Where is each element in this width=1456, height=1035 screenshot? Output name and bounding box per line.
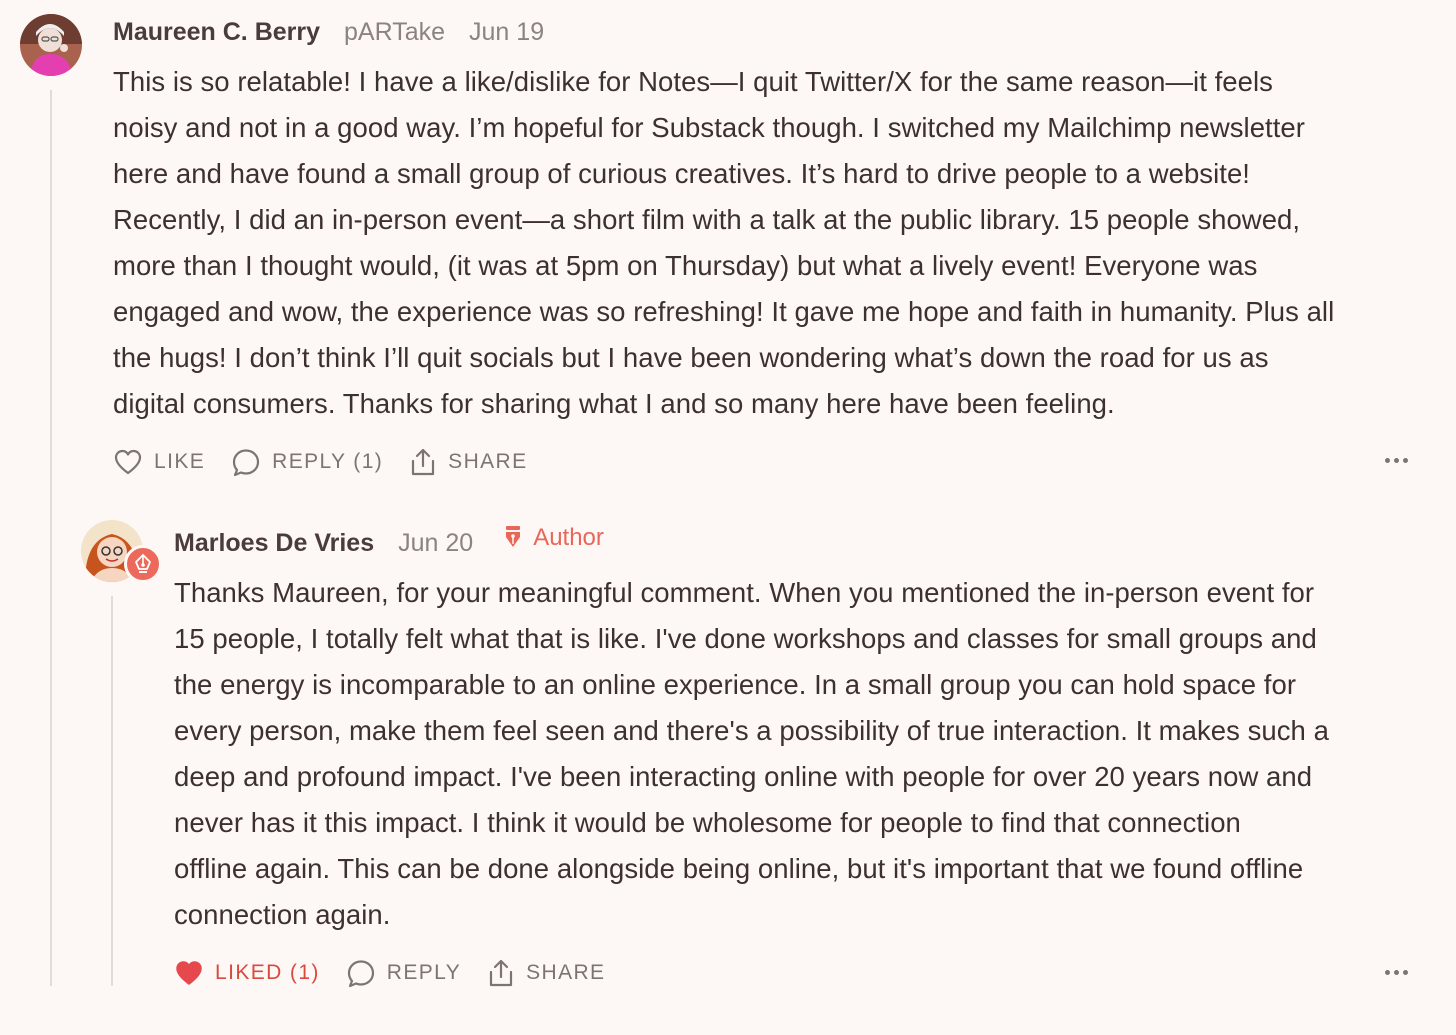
reply-label: REPLY (1) — [272, 450, 384, 473]
author-badge-icon — [124, 545, 162, 583]
share-button[interactable]: SHARE — [409, 447, 527, 477]
comment-line: noisy and not in a good way. I’m hopeful… — [113, 112, 1305, 143]
heart-outline-icon — [114, 449, 142, 475]
reply-line: the energy is incomparable to an online … — [174, 669, 1297, 700]
heart-filled-icon — [176, 961, 202, 985]
more-dots-icon[interactable] — [1385, 970, 1408, 975]
author-badge-label: Author — [533, 524, 604, 551]
pen-nib-icon — [506, 526, 521, 547]
like-button[interactable]: LIKE — [113, 448, 205, 476]
reply-button[interactable]: REPLY (1) — [231, 447, 383, 477]
more-dots-icon[interactable] — [1385, 458, 1408, 463]
reply-line: deep and profound impact. I've been inte… — [174, 761, 1313, 792]
reply-line: connection again. — [174, 899, 391, 930]
comment-body: This is so relatable! I have a like/disl… — [113, 59, 1433, 427]
author-name[interactable]: Marloes De Vries — [174, 529, 374, 558]
author-name[interactable]: Maureen C. Berry — [113, 18, 320, 47]
reply-line: never has it this impact. I think it wou… — [174, 807, 1241, 838]
avatar[interactable] — [20, 14, 82, 76]
comment-line: the hugs! I don’t think I’ll quit social… — [113, 342, 1269, 373]
reply-line: offline again. This can be done alongsid… — [174, 853, 1304, 884]
share-icon — [490, 959, 513, 987]
like-label: LIKE — [154, 450, 206, 473]
comment-line: engaged and wow, the experience was so r… — [113, 296, 1335, 327]
comment-line: This is so relatable! I have a like/disl… — [113, 66, 1273, 97]
reply-date[interactable]: Jun 20 — [398, 529, 473, 558]
comment-line: Recently, I did an in-person event—a sho… — [113, 204, 1301, 235]
like-label: LIKED (1) — [215, 961, 320, 984]
comment-date[interactable]: Jun 19 — [469, 18, 544, 47]
share-icon — [412, 448, 435, 476]
reply-body: Thanks Maureen, for your meaningful comm… — [174, 570, 1434, 938]
comment-meta: Maureen C. Berry pARTake Jun 19 — [113, 18, 544, 47]
reply-button[interactable]: REPLY — [346, 958, 461, 988]
thread-line-reply — [111, 596, 113, 986]
reply-label: REPLY — [386, 961, 462, 984]
thread-line-comment — [50, 90, 52, 986]
reply-meta: Marloes De Vries Jun 20 Author — [174, 524, 604, 558]
comment-actions: LIKE REPLY (1) SHARE — [113, 447, 554, 477]
comment-line: here and have found a small group of cur… — [113, 158, 1250, 189]
share-label: SHARE — [448, 450, 528, 473]
like-button[interactable]: LIKED (1) — [174, 959, 320, 987]
speech-bubble-icon — [347, 960, 374, 988]
speech-bubble-icon — [233, 449, 260, 477]
reply-line: 15 people, I totally felt what that is l… — [174, 623, 1317, 654]
comment-line: digital consumers. Thanks for sharing wh… — [113, 388, 1115, 419]
publication-name[interactable]: pARTake — [344, 18, 445, 47]
reply-line: Thanks Maureen, for your meaningful comm… — [174, 577, 1315, 608]
author-badge: Author — [503, 524, 604, 552]
comment-line: more than I thought would, (it was at 5p… — [113, 250, 1258, 281]
reply-actions: LIKED (1) REPLY SHARE — [174, 958, 631, 988]
share-button[interactable]: SHARE — [487, 958, 605, 988]
reply-line: every person, make them feel seen and th… — [174, 715, 1329, 746]
share-label: SHARE — [526, 961, 606, 984]
